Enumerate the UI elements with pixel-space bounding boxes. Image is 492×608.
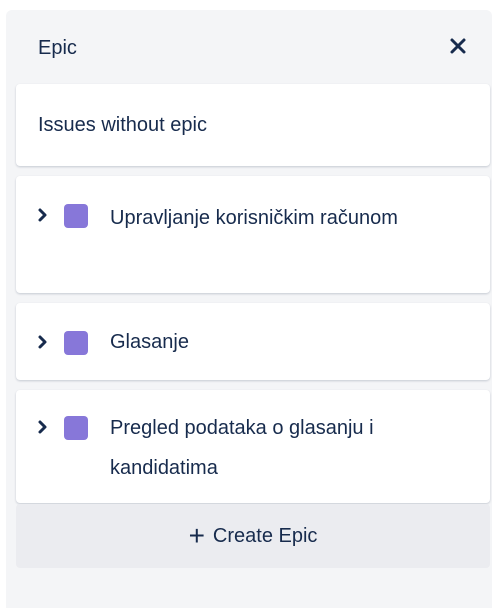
- epic-panel: Epic Issues without epic Upravljanje kor…: [6, 10, 492, 608]
- epic-item[interactable]: Glasanje: [16, 303, 490, 380]
- close-icon[interactable]: [442, 30, 474, 62]
- epic-panel-title: Epic: [38, 37, 77, 59]
- issues-without-epic-label: Issues without epic: [38, 114, 207, 136]
- epic-item[interactable]: Pregled podataka o glasanju i kandidatim…: [16, 390, 490, 503]
- issues-without-epic-item[interactable]: Issues without epic: [16, 84, 490, 166]
- epic-panel-header: Epic: [6, 10, 492, 82]
- epic-color-swatch: [64, 331, 88, 355]
- epic-color-swatch: [64, 416, 88, 440]
- epic-name: Upravljanje korisničkim računom: [110, 207, 398, 229]
- create-epic-label: Create Epic: [212, 524, 318, 547]
- epic-color-swatch: [64, 204, 88, 228]
- chevron-right-icon[interactable]: [34, 206, 52, 224]
- chevron-right-icon[interactable]: [34, 333, 52, 351]
- epic-name: Pregled podataka o glasanju i kandidatim…: [110, 417, 374, 479]
- epic-name: Glasanje: [110, 331, 189, 353]
- epic-item[interactable]: Upravljanje korisničkim računom: [16, 176, 490, 293]
- create-epic-button[interactable]: + Create Epic: [16, 504, 490, 568]
- chevron-right-icon[interactable]: [34, 418, 52, 436]
- plus-icon: +: [188, 520, 205, 551]
